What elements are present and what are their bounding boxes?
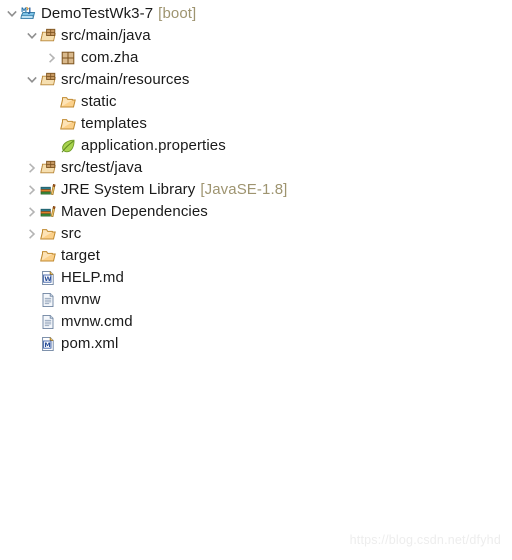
tree-item-label: Maven Dependencies bbox=[61, 203, 208, 220]
maven-pom-icon: M bbox=[40, 336, 56, 352]
tree-item-label: src/main/java bbox=[61, 27, 151, 44]
tree-item-suffix: [JavaSE-1.8] bbox=[200, 181, 288, 198]
chevron-right-icon[interactable] bbox=[44, 47, 60, 69]
chevron-down-icon[interactable] bbox=[24, 25, 40, 47]
tree-item-suffix: [boot] bbox=[158, 5, 197, 22]
tree-item[interactable]: src/main/java bbox=[0, 25, 512, 47]
spring-leaf-icon bbox=[60, 138, 76, 154]
folder-icon bbox=[40, 248, 56, 264]
svg-text:J: J bbox=[28, 7, 32, 15]
source-folder-icon bbox=[40, 72, 56, 88]
tree-item[interactable]: target bbox=[0, 245, 512, 267]
tree-item-label: HELP.md bbox=[61, 269, 124, 286]
tree-item-label: mvnw.cmd bbox=[61, 313, 133, 330]
text-file-icon bbox=[40, 292, 56, 308]
chevron-right-icon[interactable] bbox=[24, 179, 40, 201]
tree-item-label: application.properties bbox=[81, 137, 226, 154]
tree-item[interactable]: M J DemoTestWk3-7 [boot] bbox=[0, 3, 512, 25]
library-icon bbox=[40, 182, 56, 198]
tree-item[interactable]: static bbox=[0, 91, 512, 113]
watermark: https://blog.csdn.net/dfyhd bbox=[349, 533, 501, 547]
text-file-icon bbox=[40, 314, 56, 330]
chevron-right-icon[interactable] bbox=[24, 157, 40, 179]
tree-item[interactable]: application.properties bbox=[0, 135, 512, 157]
tree-item[interactable]: com.zha bbox=[0, 47, 512, 69]
folder-icon bbox=[40, 226, 56, 242]
tree-item[interactable]: src/test/java bbox=[0, 157, 512, 179]
tree-item-label: target bbox=[61, 247, 100, 264]
tree-item-label: mvnw bbox=[61, 291, 101, 308]
tree-item[interactable]: mvnw.cmd bbox=[0, 311, 512, 333]
source-folder-icon bbox=[40, 28, 56, 44]
tree-item[interactable]: Mpom.xml bbox=[0, 333, 512, 355]
word-document-icon: W bbox=[40, 270, 56, 286]
java-project-icon: MJ bbox=[20, 6, 36, 22]
svg-text:M: M bbox=[44, 341, 50, 349]
tree-item[interactable]: W HELP.md bbox=[0, 267, 512, 289]
tree-item-label: pom.xml bbox=[61, 335, 119, 352]
source-folder-icon bbox=[40, 160, 56, 176]
tree-item-label: src bbox=[61, 225, 82, 242]
tree-item[interactable]: Maven Dependencies bbox=[0, 201, 512, 223]
chevron-down-icon[interactable] bbox=[24, 69, 40, 91]
tree-item-label: src/main/resources bbox=[61, 71, 190, 88]
tree-item-label: com.zha bbox=[81, 49, 139, 66]
tree-item-label: DemoTestWk3-7 bbox=[41, 5, 154, 22]
folder-icon bbox=[60, 116, 76, 132]
chevron-down-icon[interactable] bbox=[4, 3, 20, 25]
tree-item[interactable]: mvnw bbox=[0, 289, 512, 311]
package-explorer-tree[interactable]: M J DemoTestWk3-7 [boot] src/main/java com.zh… bbox=[0, 3, 512, 355]
tree-item-label: templates bbox=[81, 115, 147, 132]
chevron-right-icon[interactable] bbox=[24, 223, 40, 245]
library-icon bbox=[40, 204, 56, 220]
tree-item-label: static bbox=[81, 93, 117, 110]
tree-item[interactable]: src bbox=[0, 223, 512, 245]
tree-item[interactable]: JRE System Library [JavaSE-1.8] bbox=[0, 179, 512, 201]
tree-item[interactable]: templates bbox=[0, 113, 512, 135]
tree-item-label: src/test/java bbox=[61, 159, 143, 176]
svg-text:W: W bbox=[44, 275, 51, 283]
folder-icon bbox=[60, 94, 76, 110]
package-icon bbox=[60, 50, 76, 66]
chevron-right-icon[interactable] bbox=[24, 201, 40, 223]
tree-item-label: JRE System Library bbox=[61, 181, 196, 198]
svg-text:M: M bbox=[21, 7, 27, 14]
tree-item[interactable]: src/main/resources bbox=[0, 69, 512, 91]
